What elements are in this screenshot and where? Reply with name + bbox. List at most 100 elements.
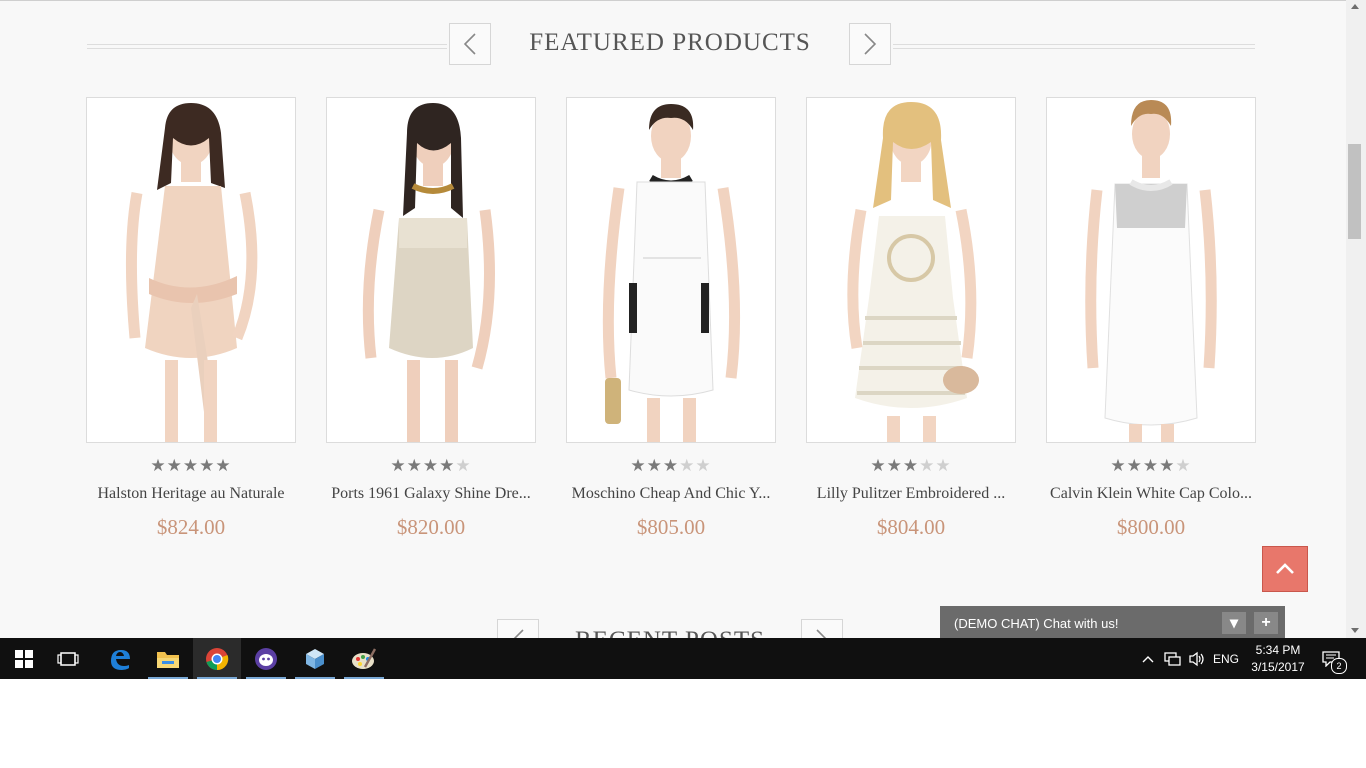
chat-widget[interactable]: (DEMO CHAT) Chat with us! ▾ + [940, 606, 1285, 638]
product-card[interactable]: ★★★★★ Halston Heritage au Naturale $824.… [86, 97, 296, 540]
task-view-button[interactable] [44, 638, 92, 679]
page-scrollbar[interactable] [1346, 0, 1366, 638]
paint-taskbar-button[interactable] [340, 638, 388, 679]
start-button[interactable] [0, 638, 48, 679]
dress-photo-icon [847, 102, 979, 442]
product-image[interactable] [566, 97, 776, 443]
recent-posts-header: RECENT POSTS [497, 619, 844, 638]
product-card[interactable]: ★★★★★ Calvin Klein White Cap Colo... $80… [1046, 97, 1256, 540]
star-icon: ★ [1142, 456, 1160, 475]
star-icon: ★ [886, 456, 903, 475]
rating-stars: ★★★★★ [326, 457, 536, 475]
product-card[interactable]: ★★★★★ Moschino Cheap And Chic Y... $805.… [566, 97, 776, 540]
chrome-icon [206, 647, 229, 670]
product-name[interactable]: Ports 1961 Galaxy Shine Dre... [326, 485, 536, 503]
featured-next-button[interactable] [849, 23, 891, 65]
product-image[interactable] [806, 97, 1016, 443]
product-name[interactable]: Lilly Pulitzer Embroidered ... [806, 485, 1016, 503]
clock-date: 3/15/2017 [1251, 660, 1305, 674]
notification-count-badge: 2 [1331, 658, 1347, 674]
scroll-to-top-button[interactable] [1262, 546, 1308, 592]
web-page: FEATURED PRODUCTS ★★★★★ Halston Heritage… [0, 0, 1346, 638]
star-icon: ★ [1126, 456, 1143, 475]
product-name[interactable]: Halston Heritage au Naturale [86, 485, 296, 503]
volume-tray-button[interactable] [1186, 638, 1208, 679]
purple-app-taskbar-button[interactable] [242, 638, 290, 679]
chevron-left-icon [463, 33, 476, 55]
product-image[interactable] [1046, 97, 1256, 443]
edge-icon [111, 649, 130, 670]
star-icon: ★ [662, 456, 680, 475]
star-icon: ★ [1175, 456, 1192, 475]
folder-icon [157, 651, 179, 668]
chat-label[interactable]: (DEMO CHAT) Chat with us! [954, 616, 1118, 631]
plus-icon: + [1261, 614, 1271, 631]
star-icon: ★ [935, 456, 952, 475]
chat-expand-button[interactable]: + [1254, 612, 1278, 634]
windows-taskbar: ENG 5:34 PM 3/15/2017 2 [0, 638, 1366, 679]
rating-stars: ★★★★★ [1046, 457, 1256, 475]
divider-line [87, 44, 447, 49]
star-icon: ★ [150, 456, 167, 475]
speaker-icon [1189, 651, 1204, 666]
star-icon: ★ [455, 456, 472, 475]
star-icon: ★ [406, 456, 423, 475]
featured-prev-button[interactable] [449, 23, 491, 65]
taskbar-clock[interactable]: 5:34 PM 3/15/2017 [1246, 642, 1310, 676]
product-price: $805.00 [636, 515, 706, 539]
app-purple-icon [255, 647, 277, 670]
clock-time: 5:34 PM [1255, 643, 1301, 657]
star-icon: ★ [390, 456, 407, 475]
product-card[interactable]: ★★★★★ Lilly Pulitzer Embroidered ... $80… [806, 97, 1016, 540]
edge-taskbar-button[interactable] [96, 638, 144, 679]
star-icon: ★ [646, 456, 663, 475]
dress-photo-icon [1085, 100, 1217, 442]
dress-photo-icon [602, 104, 741, 442]
star-icon: ★ [902, 456, 920, 475]
divider-line [893, 44, 1255, 49]
product-card[interactable]: ★★★★★ Ports 1961 Galaxy Shine Dre... $82… [326, 97, 536, 540]
cube-app-taskbar-button[interactable] [291, 638, 339, 679]
windows-logo-icon [15, 649, 33, 668]
star-icon: ★ [870, 456, 887, 475]
dress-photo-icon [125, 103, 258, 442]
star-icon: ★ [679, 456, 696, 475]
star-icon: ★ [182, 456, 200, 475]
star-icon: ★ [1159, 456, 1176, 475]
star-icon: ★ [695, 456, 712, 475]
show-hidden-icons-button[interactable] [1138, 638, 1158, 679]
chrome-taskbar-button[interactable] [193, 638, 241, 679]
scrollbar-thumb[interactable] [1348, 144, 1361, 239]
featured-products-header: FEATURED PRODUCTS [87, 23, 1255, 67]
product-name[interactable]: Moschino Cheap And Chic Y... [566, 485, 776, 503]
file-explorer-taskbar-button[interactable] [144, 638, 192, 679]
input-language-button[interactable]: ENG [1210, 638, 1242, 679]
scroll-up-arrow-icon[interactable] [1351, 4, 1359, 9]
product-image[interactable] [86, 97, 296, 443]
chevron-right-icon [864, 33, 877, 55]
network-tray-button[interactable] [1162, 638, 1184, 679]
dress-photo-icon [362, 103, 495, 442]
recent-next-button[interactable] [801, 619, 843, 638]
scroll-down-arrow-icon[interactable] [1351, 628, 1359, 633]
task-view-icon [57, 651, 79, 666]
chevron-up-icon [1142, 655, 1154, 662]
rating-stars: ★★★★★ [86, 457, 296, 475]
product-price: $800.00 [1116, 515, 1186, 539]
star-icon: ★ [166, 456, 183, 475]
product-name[interactable]: Calvin Klein White Cap Colo... [1046, 485, 1256, 503]
star-icon: ★ [422, 456, 440, 475]
star-icon: ★ [630, 456, 647, 475]
product-carousel: ★★★★★ Halston Heritage au Naturale $824.… [86, 97, 1258, 557]
network-icon [1164, 651, 1181, 666]
product-price: $824.00 [156, 515, 226, 539]
rating-stars: ★★★★★ [566, 457, 776, 475]
product-price: $820.00 [396, 515, 466, 539]
star-icon: ★ [439, 456, 456, 475]
chat-minimize-button[interactable]: ▾ [1222, 612, 1246, 634]
star-icon: ★ [199, 456, 216, 475]
star-icon: ★ [919, 456, 936, 475]
product-image[interactable] [326, 97, 536, 443]
recent-prev-button[interactable] [497, 619, 539, 638]
cube-icon [306, 648, 324, 669]
